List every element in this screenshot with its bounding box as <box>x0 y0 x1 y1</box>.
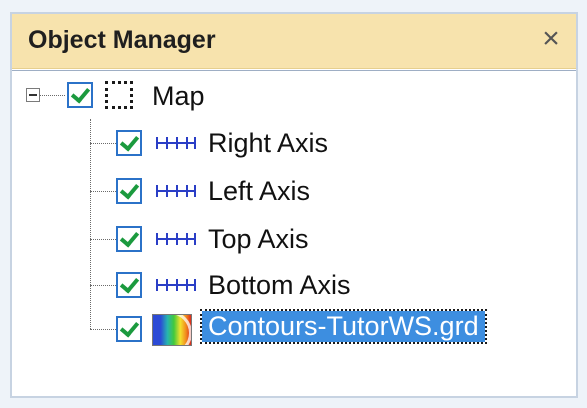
left-axis-visibility-checkbox[interactable] <box>116 178 142 204</box>
axis-icon <box>156 183 196 199</box>
top-axis-visibility-checkbox[interactable] <box>116 226 142 252</box>
axis-icon <box>156 231 196 247</box>
axis-icon <box>156 135 196 151</box>
tree-connector-left-axis <box>90 191 116 192</box>
contour-map-icon <box>152 314 192 346</box>
tree-connector-top-axis <box>90 239 116 240</box>
bottom-axis-visibility-checkbox[interactable] <box>116 272 142 298</box>
tree-item-label-selected: Contours-TutorWS.grd <box>200 309 487 344</box>
contours-visibility-checkbox[interactable] <box>116 316 142 342</box>
tree-item-label: Top Axis <box>208 224 309 254</box>
right-axis-visibility-checkbox[interactable] <box>116 130 142 156</box>
tree-item-label: Map <box>152 81 205 111</box>
map-frame-icon <box>105 81 133 109</box>
panel-title-bar[interactable]: Object Manager × <box>12 14 576 69</box>
tree-connector-right-axis <box>90 143 116 144</box>
tree-item-label: Left Axis <box>208 176 311 206</box>
object-manager-panel: Object Manager × Map Right Axis Left Axi… <box>10 12 578 398</box>
tree-item-label: Right Axis <box>208 128 329 158</box>
axis-icon <box>156 277 196 293</box>
tree-connector-contours <box>90 329 116 330</box>
panel-title: Object Manager <box>28 26 216 54</box>
tree-item-label: Bottom Axis <box>208 270 351 300</box>
close-icon[interactable]: × <box>534 22 568 56</box>
tree-connector-vertical <box>90 119 91 329</box>
map-visibility-checkbox[interactable] <box>67 82 93 108</box>
collapse-toggle-icon[interactable] <box>26 88 40 102</box>
tree-connector-root <box>39 95 65 96</box>
tree-connector-bottom-axis <box>90 285 116 286</box>
object-tree: Map Right Axis Left Axis Top Axis Bottom… <box>12 70 576 396</box>
